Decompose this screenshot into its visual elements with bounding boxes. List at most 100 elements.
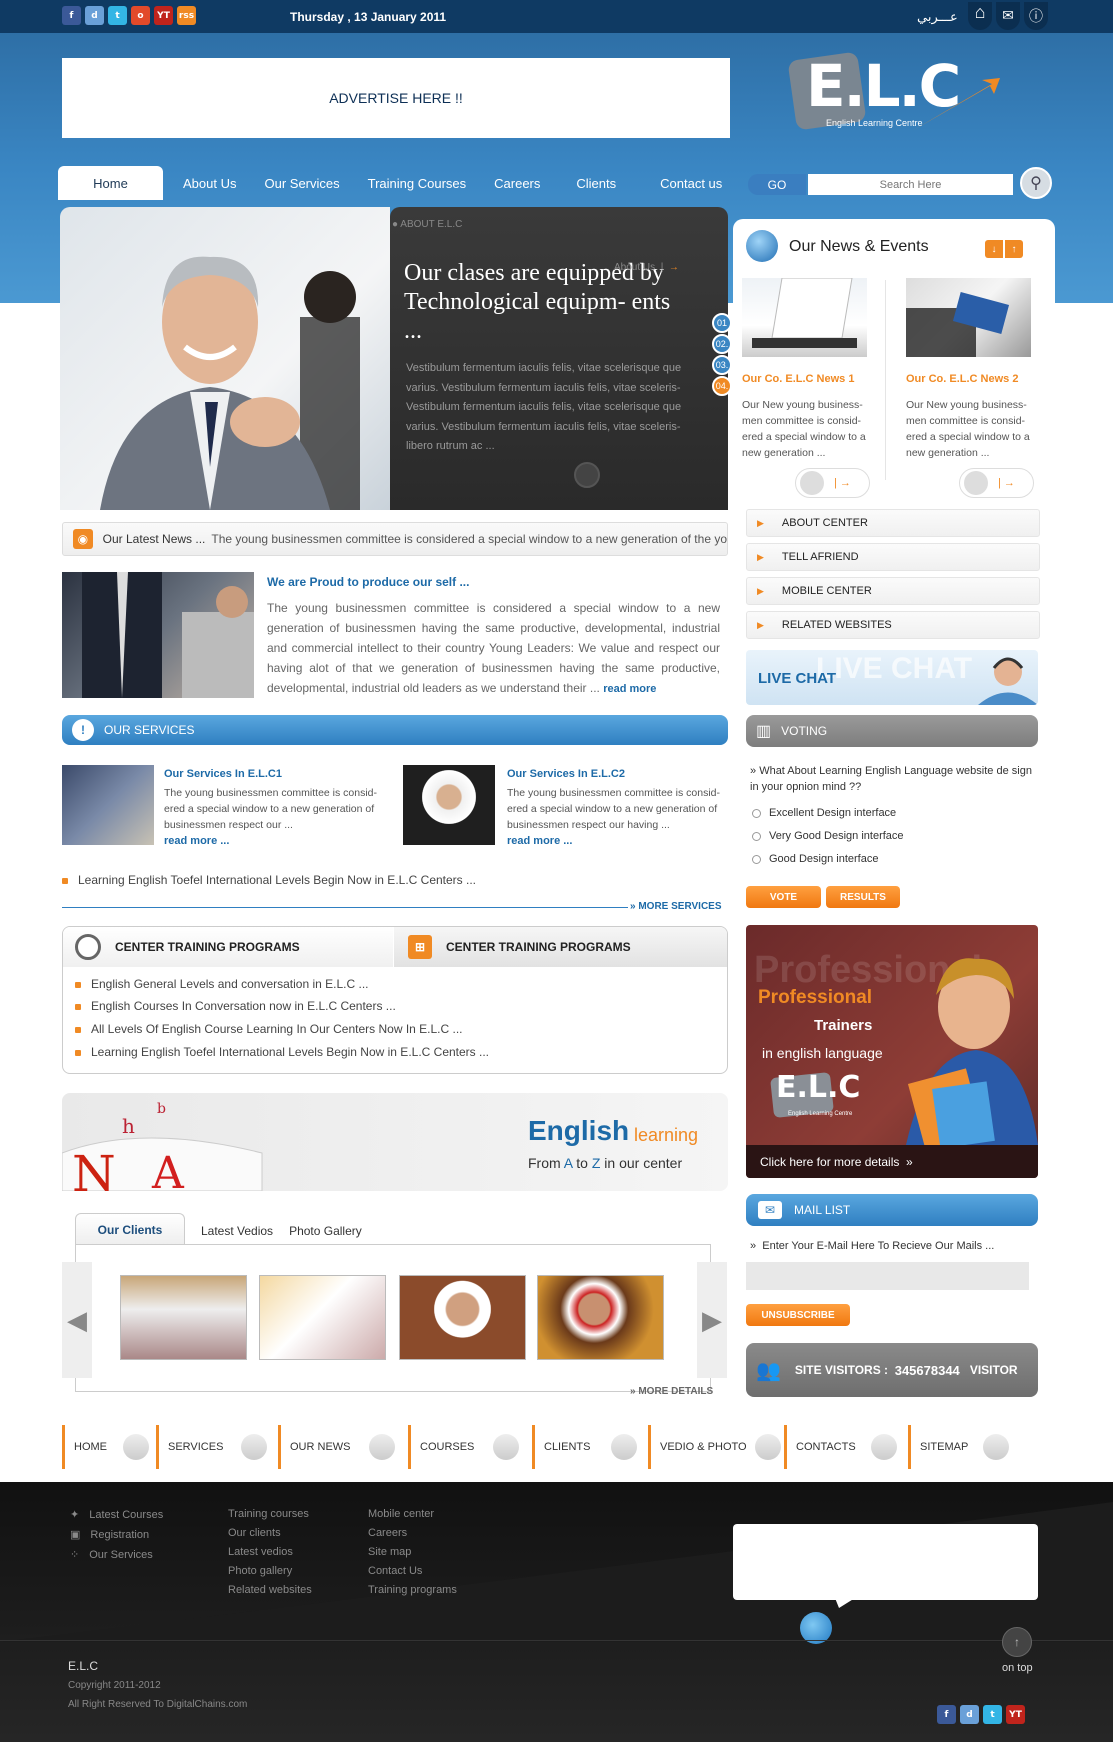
footer-link[interactable]: Related websites — [228, 1584, 312, 1596]
footnav-sitemap[interactable]: SITEMAP — [908, 1425, 1009, 1469]
program-item[interactable]: Learning English Toefel International Le… — [75, 1045, 489, 1059]
home-icon[interactable]: ⌂ — [968, 2, 992, 30]
delicious-icon[interactable]: d — [85, 6, 104, 25]
program-item[interactable]: All Levels Of English Course Learning In… — [75, 1022, 463, 1036]
footnav-courses[interactable]: COURSES — [408, 1425, 532, 1469]
news-1-image[interactable] — [742, 277, 867, 357]
service-2-read-more[interactable]: read more ... — [507, 835, 572, 847]
vote-button[interactable]: VOTE — [746, 886, 821, 908]
footer-link[interactable]: ▣ Registration — [70, 1528, 163, 1541]
nav-contact[interactable]: Contact us — [646, 166, 736, 200]
tab-programs-1[interactable]: CENTER TRAINING PROGRAMS — [63, 927, 393, 967]
on-top-link[interactable]: on top — [1002, 1662, 1033, 1674]
youtube-icon[interactable]: YT — [154, 6, 173, 25]
nav-careers[interactable]: Careers — [480, 166, 554, 200]
advertisement-banner[interactable]: ADVERTISE HERE !! — [62, 58, 730, 138]
site-logo[interactable]: E.L.C English Learning Centre — [787, 50, 1002, 140]
twitter-icon[interactable]: t — [983, 1705, 1002, 1724]
client-thumb[interactable] — [399, 1275, 526, 1360]
footer-link[interactable]: ✦ Latest Courses — [70, 1508, 163, 1521]
news-2-title[interactable]: Our Co. E.L.C News 2 — [906, 373, 1018, 385]
service-1-read-more[interactable]: read more ... — [164, 835, 229, 847]
arrow-down-icon[interactable]: ↓ — [985, 240, 1003, 258]
footnav-news[interactable]: OUR NEWS — [278, 1425, 408, 1469]
footer-link[interactable]: Site map — [368, 1546, 457, 1558]
nav-about[interactable]: About Us — [169, 166, 250, 200]
poll-option[interactable]: Excellent Design interface — [752, 807, 896, 819]
client-thumb[interactable] — [537, 1275, 664, 1360]
go-button[interactable]: GO — [748, 174, 806, 195]
service-2-title[interactable]: Our Services In E.L.C2 — [507, 768, 625, 780]
footer-link[interactable]: Careers — [368, 1527, 457, 1539]
sidebar-item-about[interactable]: ▶ ABOUT CENTER — [746, 509, 1040, 537]
language-switch[interactable]: عـــربي — [917, 10, 958, 25]
english-banner[interactable]: A N h b English learning From A to Z in … — [62, 1093, 728, 1191]
tab-our-clients[interactable]: Our Clients — [75, 1213, 185, 1245]
more-details-link[interactable]: » MORE DETAILS — [630, 1386, 713, 1397]
news-2-more-button[interactable]: | → — [959, 468, 1034, 498]
search-icon[interactable]: ⚲ — [1020, 167, 1052, 199]
arrow-up-icon[interactable]: ↑ — [1005, 240, 1023, 258]
live-chat-banner[interactable]: LIVE CHAT LIVE CHAT — [746, 650, 1038, 705]
client-thumb[interactable] — [120, 1275, 247, 1360]
nav-services[interactable]: Our Services — [250, 166, 353, 200]
footer-link[interactable]: Latest vedios — [228, 1546, 312, 1558]
footer-link[interactable]: ⁘ Our Services — [70, 1548, 163, 1561]
proud-read-more[interactable]: read more — [603, 683, 656, 695]
footnav-video-photo[interactable]: VEDIO & PHOTO — [648, 1425, 784, 1469]
nav-home[interactable]: Home — [58, 166, 163, 200]
facebook-icon[interactable]: f — [937, 1705, 956, 1724]
next-arrow-icon[interactable]: ▶ — [697, 1262, 727, 1378]
footer-link[interactable]: Photo gallery — [228, 1565, 312, 1577]
facebook-icon[interactable]: f — [62, 6, 81, 25]
slide-4[interactable]: 04. — [712, 376, 732, 396]
slide-3[interactable]: 03. — [712, 355, 732, 375]
news-1-more-button[interactable]: | → — [795, 468, 870, 498]
sidebar-item-mobile[interactable]: ▶ MOBILE CENTER — [746, 577, 1040, 605]
email-input[interactable] — [746, 1262, 1029, 1290]
slide-2[interactable]: 02. — [712, 334, 732, 354]
client-thumb[interactable] — [259, 1275, 386, 1360]
youtube-icon[interactable]: YT — [1006, 1705, 1025, 1724]
footnav-clients[interactable]: CLIENTS — [532, 1425, 648, 1469]
footnav-contacts[interactable]: CONTACTS — [784, 1425, 908, 1469]
footer-link[interactable]: Training programs — [368, 1584, 457, 1596]
news-2-image[interactable] — [906, 278, 1031, 357]
tab-programs-2[interactable]: ⊞ CENTER TRAINING PROGRAMS — [394, 927, 727, 967]
more-services-link[interactable]: » MORE SERVICES — [630, 901, 722, 912]
service-1-title[interactable]: Our Services In E.L.C1 — [164, 768, 282, 780]
twitter-icon[interactable]: t — [108, 6, 127, 25]
promo-banner[interactable]: Professional Professional Trainers in en… — [746, 925, 1038, 1178]
sidebar-item-related[interactable]: ▶ RELATED WEBSITES — [746, 611, 1040, 639]
footnav-home[interactable]: HOME — [62, 1425, 156, 1469]
prev-arrow-icon[interactable]: ◀ — [62, 1262, 92, 1378]
info-icon[interactable]: ⓘ — [1024, 2, 1048, 30]
footer-link[interactable]: Training courses — [228, 1508, 312, 1520]
footer-link[interactable]: Contact Us — [368, 1565, 457, 1577]
nav-training[interactable]: Training Courses — [354, 166, 481, 200]
unsubscribe-button[interactable]: UNSUBSCRIBE — [746, 1304, 850, 1326]
footer-link[interactable]: Our clients — [228, 1527, 312, 1539]
promo-cta[interactable]: Click here for more details » — [746, 1145, 1038, 1178]
news-1-title[interactable]: Our Co. E.L.C News 1 — [742, 373, 854, 385]
program-item[interactable]: English Courses In Conversation now in E… — [75, 999, 396, 1013]
sidebar-item-tell-friend[interactable]: ▶ TELL AFRIEND — [746, 543, 1040, 571]
footnav-services[interactable]: SERVICES — [156, 1425, 278, 1469]
tab-latest-videos[interactable]: Latest Vedios — [185, 1217, 289, 1245]
services-line[interactable]: Learning English Toefel International Le… — [62, 873, 476, 887]
poll-option[interactable]: Very Good Design interface — [752, 830, 904, 842]
arrow-up-icon[interactable]: ↑ — [1002, 1627, 1032, 1657]
nav-clients[interactable]: Clients — [554, 166, 646, 200]
mail-icon[interactable]: ✉ — [996, 2, 1020, 30]
slide-1[interactable]: 01 — [712, 313, 732, 333]
results-button[interactable]: RESULTS — [826, 886, 900, 908]
program-item[interactable]: English General Levels and conversation … — [75, 977, 369, 991]
hero-about-link[interactable]: About Us | → — [614, 262, 679, 273]
rss-icon[interactable]: rss — [177, 6, 196, 25]
tab-photo-gallery[interactable]: Photo Gallery — [289, 1217, 378, 1245]
footer-link[interactable]: Mobile center — [368, 1508, 457, 1520]
search-input[interactable] — [808, 174, 1013, 195]
orkut-icon[interactable]: o — [131, 6, 150, 25]
delicious-icon[interactable]: d — [960, 1705, 979, 1724]
latest-news-ticker[interactable]: ◉ Our Latest News ... The young business… — [62, 522, 728, 556]
